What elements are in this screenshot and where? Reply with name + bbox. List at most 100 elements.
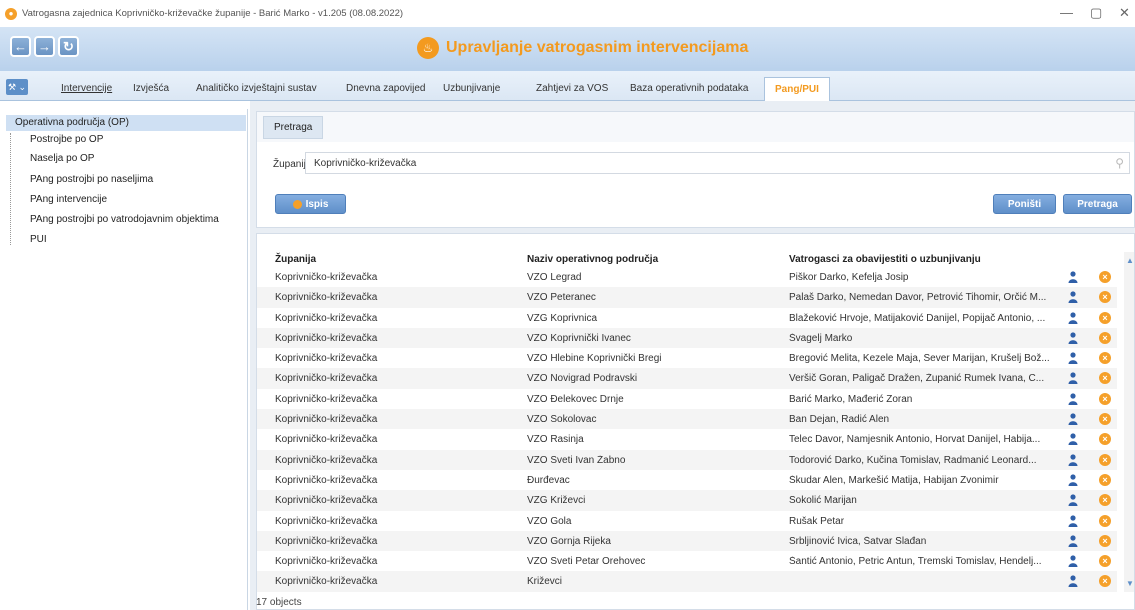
person-icon[interactable] [1068, 474, 1078, 486]
delete-icon[interactable]: × [1099, 352, 1111, 365]
person-icon[interactable] [1068, 494, 1078, 507]
window-title: Vatrogasna zajednica Koprivničko-križeva… [22, 8, 404, 19]
column-header-area[interactable]: Naziv operativnog područja [527, 254, 658, 265]
menu-intervencije[interactable]: Intervencije [61, 83, 112, 94]
delete-icon[interactable]: × [1099, 555, 1111, 568]
person-icon[interactable] [1068, 555, 1078, 568]
table-row[interactable]: Koprivničko-križevačka VZO Sokolovac Ban D… [257, 409, 1117, 430]
grid-scrollbar[interactable]: ▲ ▼ [1124, 252, 1134, 592]
cell-area: VZO Legrad [527, 272, 582, 283]
print-icon [292, 199, 302, 209]
table-row[interactable]: Koprivničko-križevačka VZO Hlebine Kopriv… [257, 348, 1117, 368]
cell-firefighters: Veršič Goran, Paligač Dražen, Županić Ru… [789, 373, 1045, 385]
delete-icon[interactable]: × [1099, 291, 1111, 304]
menu-dnevna-zapovijed[interactable]: Dnevna zapovijed [346, 83, 426, 94]
table-row[interactable]: Koprivničko-križevačka VZO Legrad Piškor D… [257, 267, 1117, 287]
sidebar-item-operativna-podrucja[interactable]: Operativna područja (OP) [6, 115, 246, 131]
person-icon[interactable] [1068, 535, 1078, 547]
cell-county: Koprivničko-križevačka [275, 535, 378, 547]
back-button[interactable]: ← [10, 36, 31, 57]
menu-analiticko-izvjestajni-sustav[interactable]: Analitičko izvještajni sustav [196, 83, 317, 94]
person-icon[interactable] [1068, 332, 1078, 344]
table-row[interactable]: Koprivničko-križevačka VZO Đelekovec Drnj… [257, 389, 1117, 409]
delete-icon[interactable]: × [1099, 514, 1111, 527]
cell-firefighters: Blažeković Hrvoje, Matijaković Danijel, … [789, 312, 1046, 324]
delete-icon[interactable]: × [1099, 453, 1111, 466]
table-row[interactable]: Koprivničko-križevačka VZO Peteranec Palaš… [257, 287, 1117, 308]
delete-icon[interactable]: × [1099, 413, 1111, 426]
person-icon[interactable] [1068, 433, 1078, 446]
person-icon[interactable] [1068, 271, 1078, 283]
results-grid: Županija Naziv operativnog područja Vatr… [256, 233, 1135, 610]
close-button[interactable]: ✕ [1119, 5, 1130, 21]
cell-county: Koprivničko-križevačka [275, 272, 378, 283]
search-icon[interactable]: ⚲ [1115, 156, 1124, 170]
delete-icon[interactable]: × [1099, 271, 1111, 283]
refresh-button[interactable]: ↻ [58, 36, 79, 57]
menu-izvjesca[interactable]: Izvješća [133, 83, 169, 94]
table-row[interactable]: Koprivničko-križevačka VZO Koprivnički Iv… [257, 327, 1117, 349]
sidebar-item-postrojbe-po-op[interactable]: Postrojbe po OP [30, 134, 103, 145]
maximize-button[interactable]: ▢ [1090, 5, 1102, 21]
delete-icon[interactable]: × [1099, 473, 1111, 486]
table-row[interactable]: Koprivničko-križevačka VZO Sveti Ivan Žab… [257, 449, 1117, 470]
tools-menu-button[interactable]: ⚒ ⌄ [6, 79, 28, 95]
sidebar-item-naselja-po-op[interactable]: Naselja po OP [30, 153, 94, 164]
delete-icon[interactable]: × [1099, 433, 1111, 446]
menu-pang-pui[interactable]: Pang/PUI [764, 77, 830, 102]
delete-icon[interactable]: × [1099, 534, 1111, 547]
tree-connector [10, 133, 11, 245]
person-icon[interactable] [1068, 291, 1078, 304]
table-row[interactable]: Koprivničko-križevačka VZO Sveti Petar Or… [257, 551, 1117, 571]
forward-button[interactable]: → [34, 36, 55, 57]
table-row[interactable]: Koprivničko-križevačka VZO Gola Rušak Peta… [257, 511, 1117, 531]
column-header-county[interactable]: Županija [275, 254, 316, 265]
scroll-down-icon[interactable]: ▼ [1126, 579, 1134, 588]
menu-baza-operativnih-podataka[interactable]: Baza operativnih podataka [630, 83, 748, 94]
scroll-up-icon[interactable]: ▲ [1126, 256, 1134, 265]
flame-icon: ♨ [417, 37, 439, 59]
minimize-button[interactable]: — [1060, 5, 1073, 20]
county-input[interactable]: Koprivničko-križevačka ⚲ [305, 152, 1130, 174]
delete-icon[interactable]: × [1099, 311, 1111, 324]
table-row[interactable]: Koprivničko-križevačka VZO Novigrad Podra… [257, 368, 1117, 389]
table-row[interactable]: Koprivničko-križevačka Križevci × [257, 571, 1117, 592]
person-icon[interactable] [1068, 393, 1078, 405]
delete-icon[interactable]: × [1099, 392, 1111, 405]
person-icon[interactable] [1068, 372, 1078, 385]
table-row[interactable]: Koprivničko-križevačka VZO Gornja Rijeka S… [257, 530, 1117, 552]
print-button[interactable]: Ispis [275, 194, 346, 214]
column-header-firefighters[interactable]: Vatrogasci za obavijestiti o uzbunjivanj… [789, 254, 981, 265]
reset-button[interactable]: Poništi [993, 194, 1056, 214]
table-row[interactable]: Koprivničko-križevačka Đurđevac Škudar Ale… [257, 470, 1117, 490]
table-row[interactable]: Koprivničko-križevačka VZO Rasinja Telec D… [257, 429, 1117, 449]
person-icon[interactable] [1068, 413, 1078, 426]
cell-firefighters: Srbljinović Ivica, Šatvar Slađan [789, 535, 927, 547]
person-icon[interactable] [1068, 454, 1078, 466]
person-icon[interactable] [1068, 311, 1078, 324]
person-icon[interactable] [1068, 575, 1078, 588]
sidebar-item-pang-vatrodojavni-objekti[interactable]: PAng postrojbi po vatrodojavnim objektim… [30, 214, 219, 225]
cell-area: Križevci [527, 576, 563, 588]
person-icon[interactable] [1068, 514, 1078, 527]
search-button[interactable]: Pretraga [1063, 194, 1132, 214]
search-panel: Pretraga Županija Koprivničko-križevačka… [256, 111, 1135, 228]
delete-icon[interactable]: × [1099, 575, 1111, 588]
arrow-left-icon: ← [14, 39, 27, 54]
print-button-label: Ispis [305, 198, 329, 210]
menu-uzbunjivanje[interactable]: Uzbunjivanje [443, 83, 500, 94]
person-icon[interactable] [1068, 352, 1078, 365]
delete-icon[interactable]: × [1099, 372, 1111, 385]
table-row[interactable]: Koprivničko-križevačka VZG Koprivnica Blaž… [257, 308, 1117, 328]
tab-pretraga[interactable]: Pretraga [263, 116, 324, 139]
sidebar-item-pui[interactable]: PUI [30, 234, 47, 245]
menu-zahtjevi-za-vos[interactable]: Zahtjevi za VOS [536, 83, 608, 94]
search-form: Županija Koprivničko-križevačka ⚲ Ispis … [257, 142, 1134, 227]
sidebar-item-pang-intervencije[interactable]: PAng intervencije [30, 194, 107, 205]
sidebar-item-pang-postrojbi-po-naseljima[interactable]: PAng postrojbi po naseljima [30, 174, 153, 185]
cell-firefighters: Todorović Darko, Kučina Tomislav, Radman… [789, 454, 1037, 466]
delete-icon[interactable]: × [1099, 331, 1111, 344]
delete-icon[interactable]: × [1099, 494, 1111, 507]
table-row[interactable]: Koprivničko-križevačka VZG Križevci Sokoli… [257, 490, 1117, 511]
arrow-right-icon: → [38, 39, 51, 54]
